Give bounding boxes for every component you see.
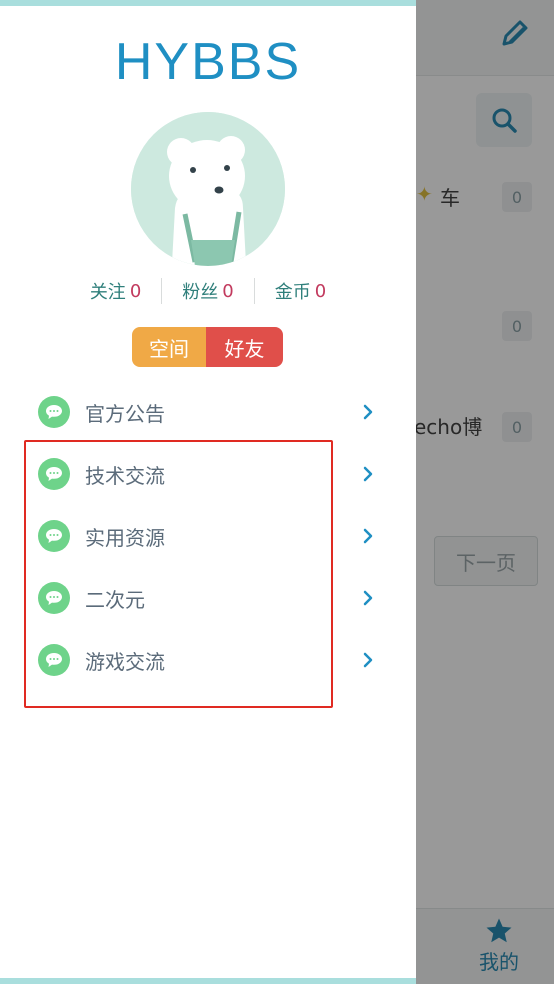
menu-item-announcements[interactable]: 官方公告 xyxy=(0,381,416,443)
space-button[interactable]: 空间 xyxy=(132,327,206,367)
avatar[interactable] xyxy=(131,112,285,266)
menu-item-tech[interactable]: 技术交流 xyxy=(0,443,416,505)
chat-bubble-icon xyxy=(38,458,70,490)
stat-value: 0 xyxy=(314,280,327,302)
chevron-right-icon xyxy=(363,404,373,420)
chevron-right-icon xyxy=(363,466,373,482)
chat-bubble-icon xyxy=(38,520,70,552)
friends-button[interactable]: 好友 xyxy=(206,327,283,367)
stat-label: 金币 xyxy=(274,282,311,303)
stat-coins[interactable]: 金币 0 xyxy=(253,278,346,304)
stat-following[interactable]: 关注 0 xyxy=(70,278,161,304)
profile-buttons: 空间 好友 xyxy=(132,327,283,367)
chevron-right-icon xyxy=(363,528,373,544)
site-logo-text: HYBBS xyxy=(114,33,302,91)
forum-menu: 官方公告 技术交流 实用资源 二次元 游戏交流 xyxy=(0,381,416,691)
menu-item-resources[interactable]: 实用资源 xyxy=(0,505,416,567)
stat-label: 粉丝 xyxy=(182,282,219,303)
menu-item-label: 技术交流 xyxy=(85,463,165,488)
stat-value: 0 xyxy=(129,280,142,302)
side-drawer: HYBBS 关注 0 粉丝 0 金币 0 空间 好友 官方公告 技术交流 实用资… xyxy=(0,0,416,984)
stat-label: 关注 xyxy=(89,282,126,303)
stat-value: 0 xyxy=(222,280,234,302)
menu-item-label: 二次元 xyxy=(85,587,145,612)
chevron-right-icon xyxy=(363,652,373,668)
chevron-right-icon xyxy=(363,590,373,606)
bear-avatar-illustration xyxy=(131,112,285,266)
menu-item-label: 官方公告 xyxy=(85,401,165,426)
menu-item-label: 游戏交流 xyxy=(85,649,165,674)
chat-bubble-icon xyxy=(38,644,70,676)
stat-followers[interactable]: 粉丝 0 xyxy=(161,278,253,304)
menu-item-label: 实用资源 xyxy=(85,525,165,550)
menu-item-acg[interactable]: 二次元 xyxy=(0,567,416,629)
user-stats: 关注 0 粉丝 0 金币 0 xyxy=(0,278,416,304)
menu-item-games[interactable]: 游戏交流 xyxy=(0,629,416,691)
chat-bubble-icon xyxy=(38,396,70,428)
chat-bubble-icon xyxy=(38,582,70,614)
